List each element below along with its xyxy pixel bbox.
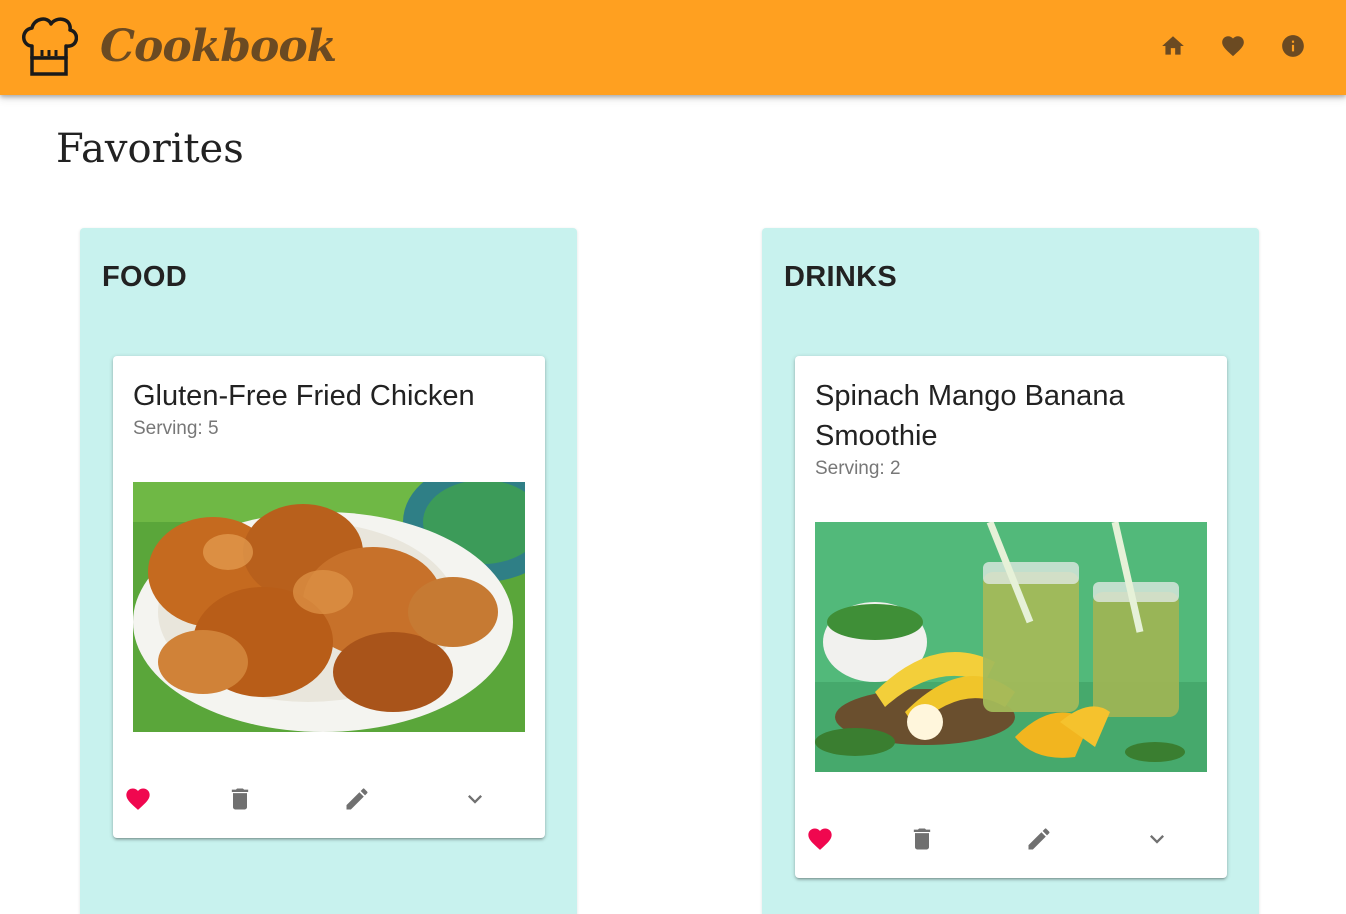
chevron-down-icon[interactable] [460, 784, 490, 814]
edit-icon[interactable] [342, 784, 372, 814]
category-title: DRINKS [784, 261, 897, 293]
category-panel-drinks: DRINKS Spinach Mango Banana Smoothie Ser… [762, 228, 1259, 914]
smoothie-photo [815, 522, 1207, 772]
home-icon[interactable] [1160, 33, 1186, 59]
info-icon[interactable] [1280, 33, 1306, 59]
card-actions [808, 772, 1207, 878]
delete-icon[interactable] [225, 784, 255, 814]
top-nav [1160, 33, 1306, 59]
chef-hat-icon [20, 16, 79, 78]
heart-icon[interactable] [123, 784, 153, 814]
recipe-card[interactable]: Spinach Mango Banana Smoothie Serving: 2 [795, 356, 1227, 878]
fried-chicken-photo [133, 482, 525, 732]
recipe-title: Gluten-Free Fried Chicken [133, 380, 475, 412]
category-panel-food: FOOD Gluten-Free Fried Chicken Serving: … [80, 228, 577, 914]
heart-icon[interactable] [805, 824, 835, 854]
recipe-serving: Serving: 2 [815, 458, 901, 479]
card-actions [126, 732, 525, 838]
recipe-serving: Serving: 5 [133, 418, 219, 439]
delete-icon[interactable] [907, 824, 937, 854]
chevron-down-icon[interactable] [1142, 824, 1172, 854]
recipe-title: Spinach Mango Banana Smoothie [815, 380, 1125, 452]
brand[interactable]: Cookbook [20, 16, 337, 78]
edit-icon[interactable] [1024, 824, 1054, 854]
app-bar: Cookbook [0, 0, 1346, 95]
category-title: FOOD [102, 261, 187, 293]
page-title: Favorites [56, 126, 244, 172]
heart-icon[interactable] [1220, 33, 1246, 59]
recipe-card[interactable]: Gluten-Free Fried Chicken Serving: 5 [113, 356, 545, 838]
app-name: Cookbook [100, 21, 337, 72]
